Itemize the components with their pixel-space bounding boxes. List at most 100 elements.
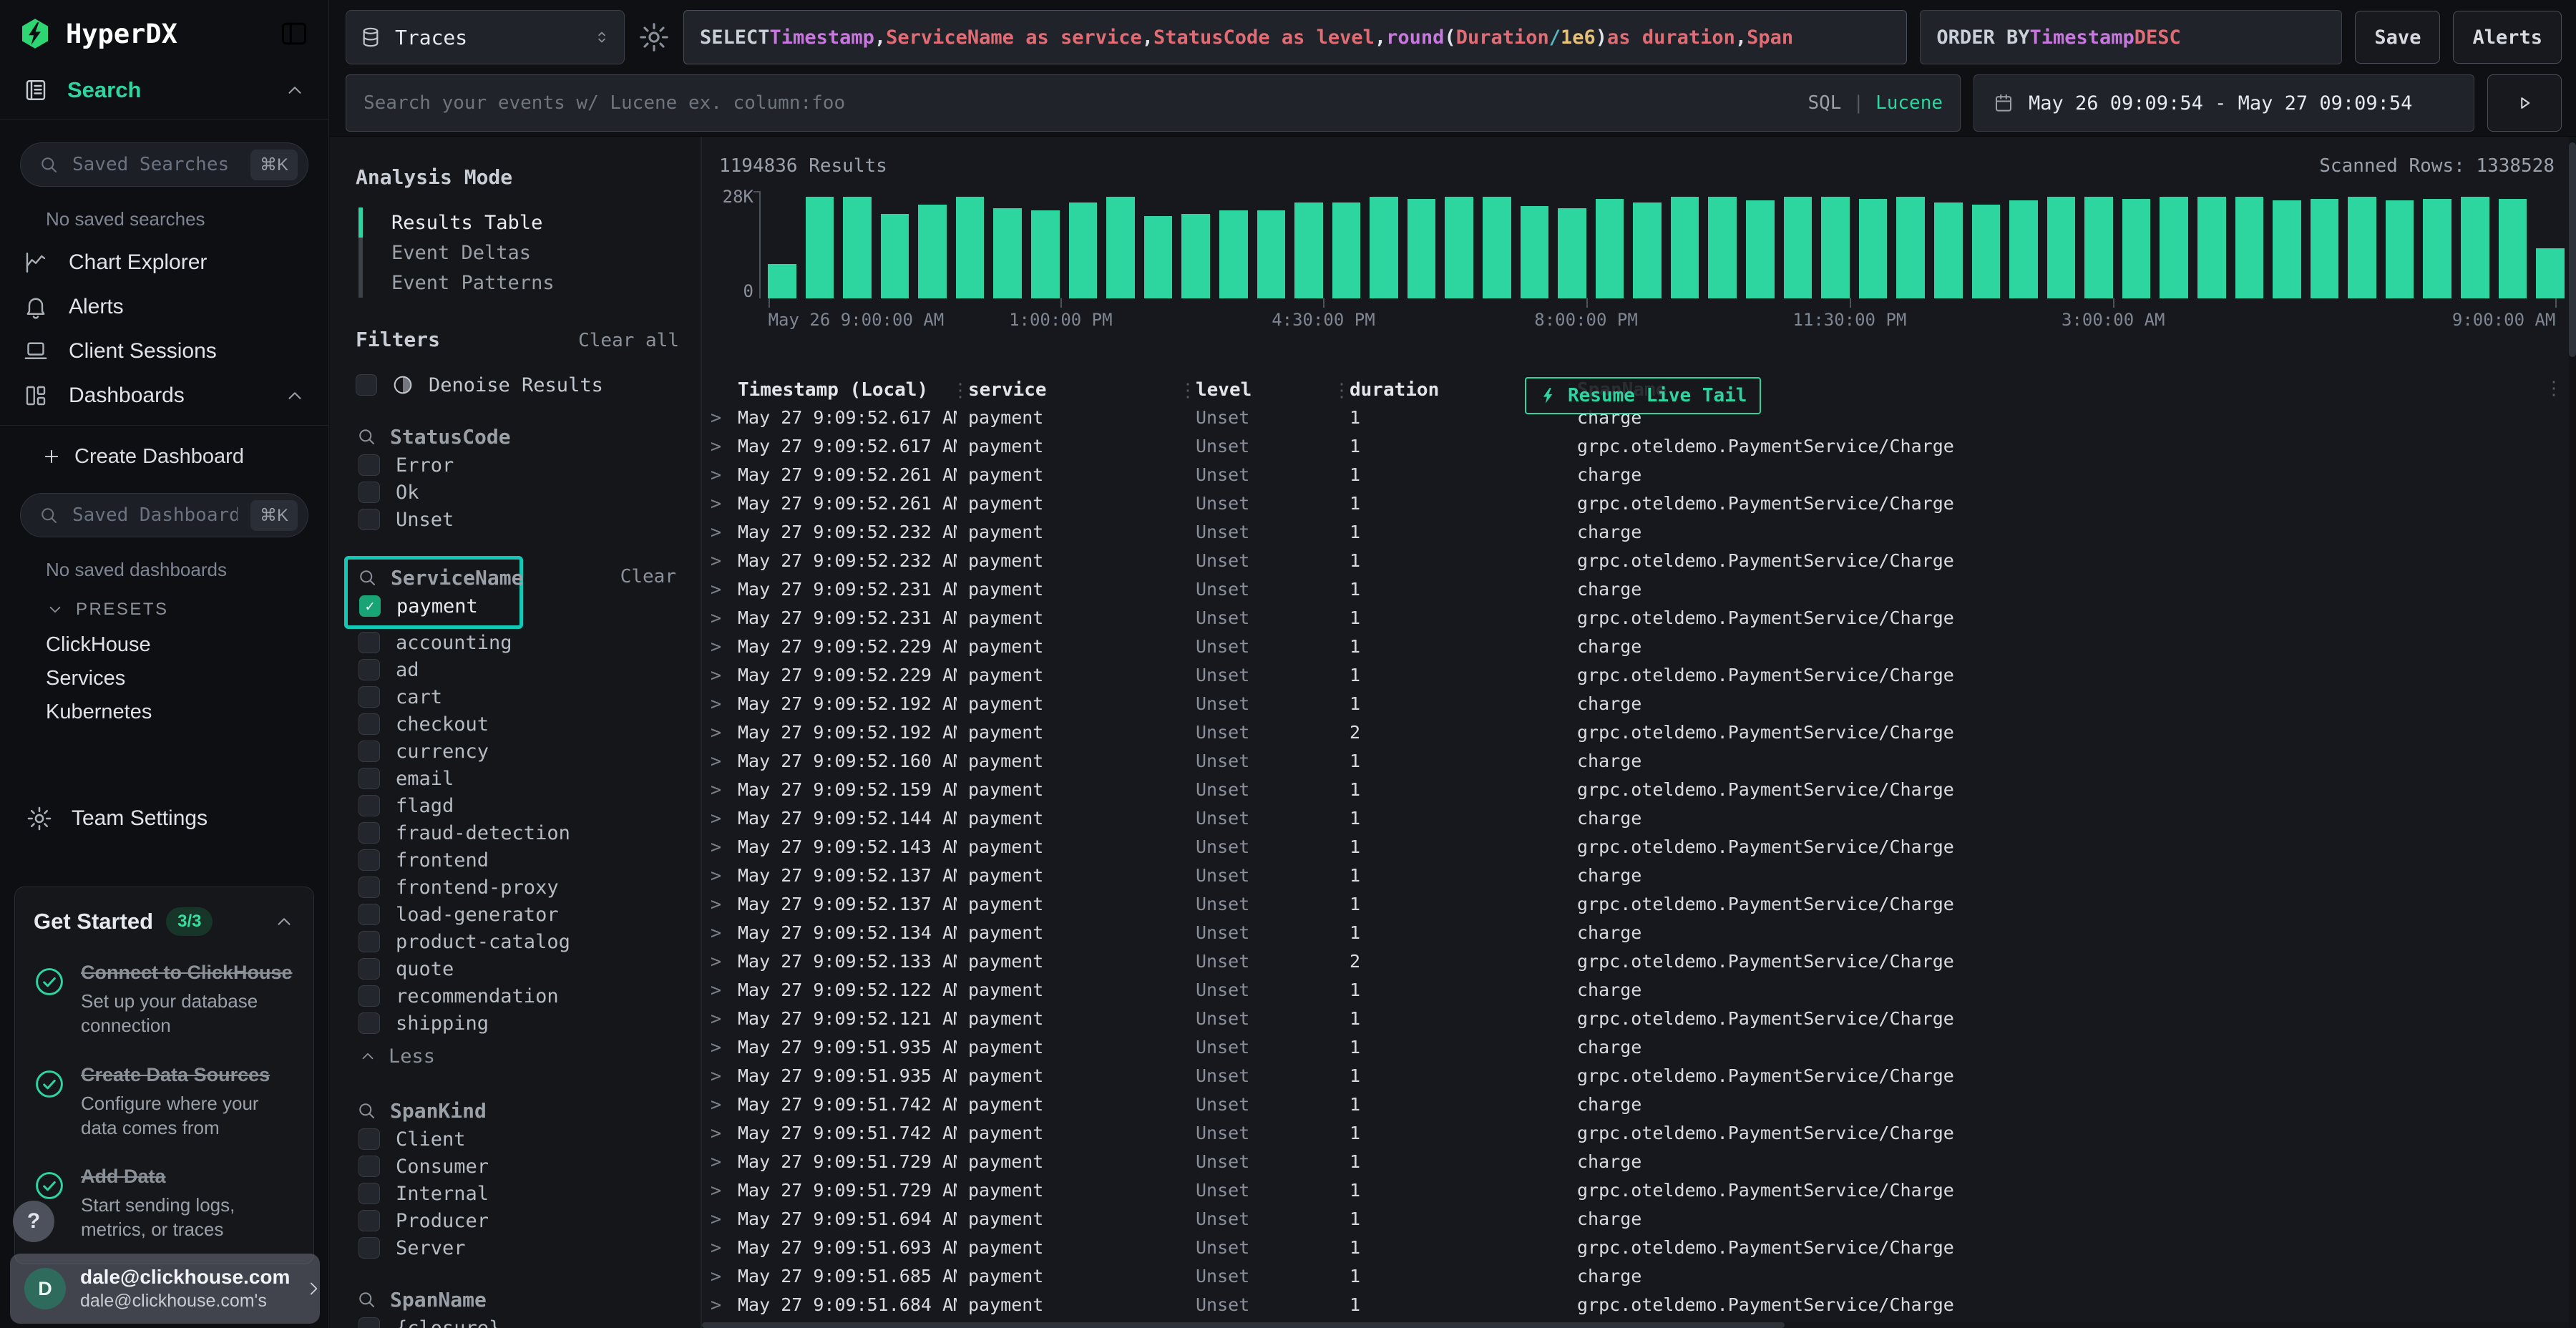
expand-row-icon[interactable]: >	[708, 493, 726, 514]
histogram-bar[interactable]	[2423, 199, 2451, 298]
table-row[interactable]: >May 27 9:09:51.694 AMpaymentUnset1charg…	[708, 1204, 2567, 1233]
filter-option-currency[interactable]: currency	[356, 738, 679, 765]
histogram-bar[interactable]	[2386, 200, 2414, 298]
histogram-bar[interactable]	[1181, 214, 1210, 298]
saved-searches-search[interactable]: ⌘K	[20, 142, 308, 187]
histogram-bar[interactable]	[2084, 197, 2113, 298]
preset-services[interactable]: Services	[0, 662, 328, 695]
expand-row-icon[interactable]: >	[708, 1266, 726, 1286]
table-row[interactable]: >May 27 9:09:52.232 AMpaymentUnset1charg…	[708, 517, 2567, 546]
histogram-bar[interactable]	[2461, 197, 2489, 298]
table-row[interactable]: >May 27 9:09:51.742 AMpaymentUnset1grpc.…	[708, 1118, 2567, 1147]
column-header-service[interactable]: service	[957, 379, 1184, 401]
filter-option-ad[interactable]: ad	[356, 656, 679, 683]
expand-row-icon[interactable]: >	[708, 1151, 726, 1172]
analysis-mode-event-deltas[interactable]: Event Deltas	[358, 238, 679, 268]
histogram-bar[interactable]	[1972, 205, 2001, 298]
analysis-mode-results-table[interactable]: Results Table	[358, 208, 679, 238]
histogram-bar[interactable]	[1671, 197, 1699, 298]
table-row[interactable]: >May 27 9:09:52.617 AMpaymentUnset1grpc.…	[708, 431, 2567, 460]
histogram-bar[interactable]	[1934, 202, 1963, 298]
filter-option-product-catalog[interactable]: product-catalog	[356, 928, 679, 955]
checkbox[interactable]	[358, 454, 380, 476]
histogram-bar[interactable]	[1257, 210, 1286, 298]
checkbox[interactable]	[358, 741, 380, 762]
expand-row-icon[interactable]: >	[708, 407, 726, 428]
run-search-button[interactable]	[2487, 74, 2562, 132]
expand-row-icon[interactable]: >	[708, 579, 726, 600]
expand-row-icon[interactable]: >	[708, 894, 726, 914]
get-started-item[interactable]: Connect to ClickHouseSet up your databas…	[34, 960, 295, 1038]
lang-sql[interactable]: SQL	[1807, 92, 1841, 114]
table-row[interactable]: >May 27 9:09:52.160 AMpaymentUnset1charg…	[708, 746, 2567, 775]
table-row[interactable]: >May 27 9:09:52.261 AMpaymentUnset1charg…	[708, 460, 2567, 489]
histogram-bar[interactable]	[1521, 206, 1549, 298]
table-row[interactable]: >May 27 9:09:51.685 AMpaymentUnset1charg…	[708, 1261, 2567, 1290]
histogram-bar[interactable]	[1445, 197, 1473, 298]
save-button[interactable]: Save	[2355, 11, 2440, 64]
filter-option-cart[interactable]: cart	[356, 683, 679, 711]
table-row[interactable]: >May 27 9:09:52.231 AMpaymentUnset1grpc.…	[708, 603, 2567, 632]
checkbox[interactable]	[358, 686, 380, 708]
expand-row-icon[interactable]: >	[708, 607, 726, 628]
checkbox[interactable]	[358, 904, 380, 925]
sidebar-item-search[interactable]: Search	[0, 67, 328, 113]
expand-row-icon[interactable]: >	[708, 722, 726, 743]
sidebar-item-alerts[interactable]: Alerts	[0, 285, 328, 329]
filter-option-Server[interactable]: Server	[356, 1234, 679, 1261]
table-row[interactable]: >May 27 9:09:52.229 AMpaymentUnset1grpc.…	[708, 660, 2567, 689]
histogram-bar[interactable]	[1821, 197, 1850, 298]
event-search-input[interactable]	[364, 92, 1807, 114]
expand-row-icon[interactable]: >	[708, 865, 726, 886]
expand-row-icon[interactable]: >	[708, 779, 726, 800]
vertical-scrollbar[interactable]	[2569, 137, 2576, 1328]
saved-dashboards-input[interactable]	[72, 504, 238, 526]
checkbox[interactable]	[358, 795, 380, 816]
chevron-up-icon[interactable]	[273, 911, 295, 932]
histogram-bar[interactable]	[1596, 199, 1624, 298]
expand-row-icon[interactable]: >	[708, 1123, 726, 1143]
checkbox[interactable]	[358, 877, 380, 898]
expand-row-icon[interactable]: >	[708, 1294, 726, 1315]
get-started-item[interactable]: Add DataStart sending logs, metrics, or …	[34, 1164, 295, 1242]
sql-select-input[interactable]: SELECT Timestamp, ServiceName as service…	[683, 10, 1907, 64]
histogram-bar[interactable]	[1708, 197, 1737, 298]
checkbox[interactable]	[358, 958, 380, 980]
sidebar-item-dashboards[interactable]: Dashboards	[0, 374, 328, 418]
checkbox[interactable]	[358, 1317, 380, 1328]
histogram-bar[interactable]	[1746, 200, 1775, 298]
histogram-bar[interactable]	[1407, 199, 1436, 298]
filter-option-Producer[interactable]: Producer	[356, 1207, 679, 1234]
expand-row-icon[interactable]: >	[708, 1065, 726, 1086]
checkbox[interactable]	[358, 1210, 380, 1231]
scrollbar-thumb[interactable]	[2569, 142, 2576, 357]
histogram-bar[interactable]	[1144, 216, 1173, 298]
expand-row-icon[interactable]: >	[708, 751, 726, 771]
table-row[interactable]: >May 27 9:09:51.729 AMpaymentUnset1charg…	[708, 1147, 2567, 1176]
filter-option-quote[interactable]: quote	[356, 955, 679, 982]
table-row[interactable]: >May 27 9:09:51.684 AMpaymentUnset1grpc.…	[708, 1290, 2567, 1319]
table-row[interactable]: >May 27 9:09:51.935 AMpaymentUnset1grpc.…	[708, 1061, 2567, 1090]
histogram-bar[interactable]	[2122, 199, 2151, 298]
table-row[interactable]: >May 27 9:09:52.122 AMpaymentUnset1charg…	[708, 975, 2567, 1004]
histogram-bar[interactable]	[843, 197, 872, 298]
checkbox[interactable]: ✓	[359, 595, 381, 617]
filter-option-payment[interactable]: ✓payment	[356, 592, 512, 620]
source-select[interactable]: Traces	[346, 10, 625, 64]
horizontal-scrollbar[interactable]	[702, 1322, 2569, 1328]
help-button[interactable]: ?	[13, 1201, 54, 1242]
event-search-box[interactable]: SQL | Lucene	[346, 74, 1961, 132]
histogram-bar[interactable]	[1370, 197, 1398, 298]
sidebar-item-chart-explorer[interactable]: Chart Explorer	[0, 240, 328, 285]
table-row[interactable]: >May 27 9:09:51.935 AMpaymentUnset1charg…	[708, 1032, 2567, 1061]
histogram-bar[interactable]	[2273, 200, 2301, 298]
table-row[interactable]: >May 27 9:09:52.261 AMpaymentUnset1grpc.…	[708, 489, 2567, 517]
collapse-sidebar-icon[interactable]	[278, 18, 310, 49]
histogram-bar[interactable]	[1106, 197, 1135, 298]
histogram-bar[interactable]	[1483, 197, 1511, 298]
histogram-bar[interactable]	[881, 214, 909, 298]
denoise-results-toggle[interactable]: Denoise Results	[356, 371, 679, 399]
histogram-bar[interactable]	[1294, 202, 1323, 298]
filter-option-accounting[interactable]: accounting	[356, 629, 679, 656]
sidebar-item-team-settings[interactable]: Team Settings	[0, 795, 328, 842]
